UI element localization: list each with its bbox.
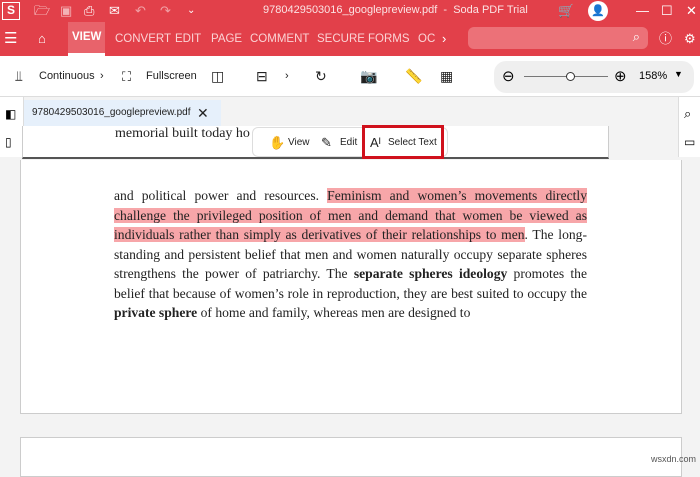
redo-icon[interactable]: ↷ xyxy=(160,0,171,22)
edit-mode-button[interactable]: Edit xyxy=(340,128,357,158)
home-icon[interactable]: ⌂ xyxy=(38,28,46,50)
undo-icon[interactable]: ↶ xyxy=(135,0,146,22)
pdf-page-next xyxy=(20,437,682,477)
panel-icon[interactable]: ▭ xyxy=(684,135,695,149)
panel-icon[interactable]: ◧ xyxy=(5,107,16,121)
split-view-icon[interactable]: ◫ xyxy=(211,56,224,97)
mail-icon[interactable]: ✉ xyxy=(109,0,120,22)
ribbon-tabs: ☰ ⌂ VIEW CONVERT EDIT PAGE COMMENT SECUR… xyxy=(0,22,700,56)
settings-icon[interactable]: ⚙ xyxy=(684,28,696,50)
tab-page[interactable]: PAGE xyxy=(211,22,242,56)
grid-icon[interactable]: ▦ xyxy=(440,56,453,97)
app-logo[interactable]: S xyxy=(2,2,20,20)
search-input[interactable]: ⌕ xyxy=(468,27,648,49)
continuous-button[interactable]: Continuous xyxy=(39,56,95,97)
print-icon[interactable]: ⎙ xyxy=(84,0,94,22)
zoom-slider-handle[interactable] xyxy=(566,72,575,81)
right-sidebar: ⌕ ▭ xyxy=(678,97,700,157)
zoom-out-icon[interactable]: ⊖ xyxy=(502,67,515,85)
page-paragraph[interactable]: and political power and resources. Femin… xyxy=(114,186,587,323)
chevron-right-icon[interactable]: › xyxy=(100,56,104,97)
ruler-icon[interactable]: 📏 xyxy=(405,56,422,97)
fit-width-icon[interactable]: ⊟ xyxy=(256,56,268,97)
continuous-icon[interactable]: ⫫ xyxy=(15,56,23,97)
left-sidebar: ◧ ▯ xyxy=(0,97,24,157)
close-icon[interactable]: ✕ xyxy=(686,0,697,22)
help-icon[interactable]: ⓘ xyxy=(659,28,672,50)
hand-icon[interactable]: ✋ xyxy=(269,128,285,158)
menu-icon[interactable]: ☰ xyxy=(4,28,17,50)
maximize-icon[interactable]: ☐ xyxy=(661,0,673,22)
close-tab-icon[interactable]: ✕ xyxy=(197,100,209,126)
tab-forms[interactable]: FORMS xyxy=(368,22,410,56)
zoom-dropdown-icon[interactable]: ▼ xyxy=(674,69,683,79)
chevron-right-icon[interactable]: › xyxy=(285,56,289,97)
view-toolbar: ⫫ Continuous › ⛶ Fullscreen ◫ ⊟ › ↻ 📷 📏 … xyxy=(0,56,700,97)
tab-view[interactable]: VIEW xyxy=(68,22,106,56)
document-tab[interactable]: 9780429503016_googlepreview.pdf ✕ xyxy=(24,100,221,126)
open-folder-icon[interactable]: 🗁 xyxy=(34,0,50,22)
tab-ocr[interactable]: OC xyxy=(418,22,435,56)
title-bar: S 🗁 ▣ ⎙ ✉ ↶ ↷ ⌄ 9780429503016_googleprev… xyxy=(0,0,700,22)
minimize-icon[interactable]: — xyxy=(636,0,649,22)
fullscreen-icon[interactable]: ⛶ xyxy=(122,56,131,97)
cart-icon[interactable]: 🛒 xyxy=(558,0,574,22)
watermark: wsxdn.com xyxy=(650,454,696,464)
bold-term: private sphere xyxy=(114,305,198,320)
window-title: 9780429503016_googlepreview.pdf - Soda P… xyxy=(263,4,528,16)
document-tab-name: 9780429503016_googlepreview.pdf xyxy=(32,107,191,118)
save-icon[interactable]: ▣ xyxy=(60,0,72,22)
tab-secure[interactable]: SECURE xyxy=(317,22,365,56)
search-icon[interactable]: ⌕ xyxy=(684,106,691,122)
tab-edit[interactable]: EDIT xyxy=(175,22,201,56)
view-mode-button[interactable]: View xyxy=(288,128,310,158)
text: of home and family, whereas men are desi… xyxy=(197,305,471,320)
tab-comment[interactable]: COMMENT xyxy=(250,22,309,56)
text: and political power and resources. xyxy=(114,188,328,203)
search-icon: ⌕ xyxy=(632,29,640,44)
page-text: memorial built today ho xyxy=(115,126,250,141)
highlight-annotation-box xyxy=(362,125,444,159)
pencil-icon[interactable]: ✎ xyxy=(321,128,332,158)
bookmark-icon[interactable]: ▯ xyxy=(5,135,12,149)
rotate-icon[interactable]: ↻ xyxy=(315,56,327,97)
zoom-in-icon[interactable]: ⊕ xyxy=(614,67,627,85)
zoom-control: ⊖ ⊕ 158% ▼ xyxy=(494,61,694,93)
snapshot-icon[interactable]: 📷 xyxy=(360,56,377,97)
tab-convert[interactable]: CONVERT xyxy=(115,22,171,56)
account-avatar[interactable]: 👤 xyxy=(588,1,608,21)
bold-term: separate spheres ideology xyxy=(353,266,508,281)
tabs-scroll-right-icon[interactable]: › xyxy=(442,28,446,50)
zoom-level[interactable]: 158% xyxy=(639,70,667,82)
chevron-down-icon[interactable]: ⌄ xyxy=(187,0,195,22)
fullscreen-button[interactable]: Fullscreen xyxy=(146,56,197,97)
